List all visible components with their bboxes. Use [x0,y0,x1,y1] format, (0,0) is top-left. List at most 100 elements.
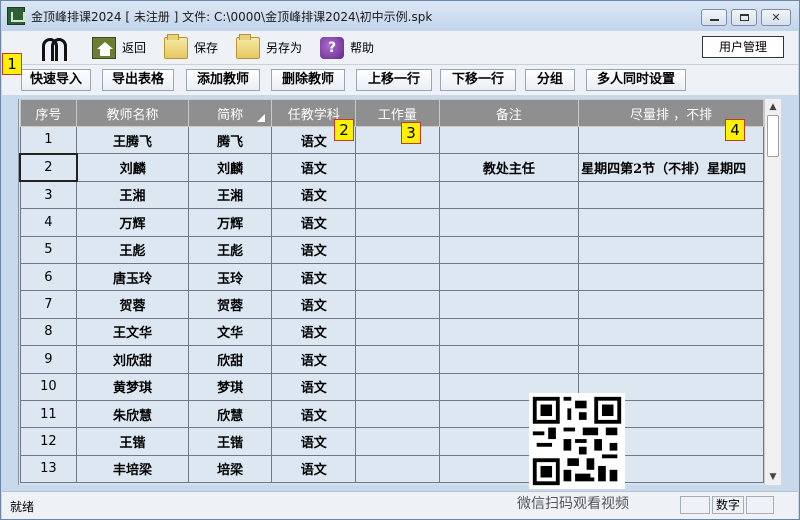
cell-teacher-name[interactable]: 王锴 [76,427,189,456]
cell-workload[interactable] [355,235,440,264]
cell-teacher-name[interactable]: 朱欣慧 [76,399,189,429]
cell-index[interactable]: 12 [19,427,78,456]
cell-teacher-name[interactable]: 贺蓉 [76,290,189,319]
menu-help[interactable]: ? 帮助 [320,36,374,59]
cell-preference[interactable]: 星期四第2节（不排）星期四 [578,153,764,182]
delete-teacher-button[interactable]: 删除教师 [271,69,345,91]
col-header-short-name[interactable]: 简称 [187,99,273,127]
cell-workload[interactable] [355,454,440,484]
cell-teacher-name[interactable]: 万辉 [76,208,189,237]
cell-index[interactable]: 11 [19,399,78,429]
cell-index[interactable]: 9 [19,345,78,374]
cell-subject[interactable]: 语文 [271,317,357,347]
group-button[interactable]: 分组 [525,69,575,91]
cell-teacher-name[interactable]: 丰培梁 [76,454,189,484]
cell-preference[interactable] [578,262,764,292]
table-row[interactable]: 4 万辉 万辉 语文 [19,208,764,237]
cell-short-name[interactable]: 玉玲 [187,262,273,292]
cell-workload[interactable] [355,317,440,347]
export-table-button[interactable]: 导出表格 [102,69,174,91]
cell-workload[interactable] [355,262,440,292]
table-row[interactable]: 9 刘欣甜 欣甜 语文 [19,345,764,374]
user-management-button[interactable]: 用户管理 [702,36,784,58]
table-row[interactable]: 6 唐玉玲 玉玲 语文 [19,262,764,292]
cell-workload[interactable] [355,180,440,210]
cell-index[interactable]: 6 [19,262,78,292]
table-row[interactable]: 12 王锴 王锴 语文 [19,427,764,456]
cell-short-name[interactable]: 万辉 [187,208,273,237]
menu-back[interactable]: 返回 [92,36,146,59]
cell-index[interactable]: 8 [19,317,78,347]
move-down-button[interactable]: 下移一行 [440,69,516,91]
cell-preference[interactable] [578,235,764,264]
cell-index[interactable]: 13 [19,454,78,484]
cell-subject[interactable]: 语文 [271,180,357,210]
table-row[interactable]: 8 王文华 文华 语文 [19,317,764,347]
cell-teacher-name[interactable]: 刘欣甜 [76,345,189,374]
cell-short-name[interactable]: 欣慧 [187,399,273,429]
menu-save-as[interactable]: 另存为 [236,33,302,59]
cell-remark[interactable] [438,262,580,292]
cell-remark[interactable] [438,208,580,237]
vertical-scrollbar[interactable]: ▲ ▼ [764,99,781,485]
cell-index[interactable]: 2 [19,152,78,183]
cell-short-name[interactable]: 文华 [187,317,273,347]
cell-remark[interactable] [438,180,580,210]
cell-subject[interactable]: 语文 [271,399,357,429]
cell-workload[interactable] [355,208,440,237]
multi-set-button[interactable]: 多人同时设置 [586,69,686,91]
cell-workload[interactable] [355,345,440,374]
maximize-button[interactable] [731,9,757,26]
cell-subject[interactable]: 语文 [271,153,357,182]
cell-subject[interactable]: 语文 [271,427,357,456]
cell-preference[interactable] [578,180,764,210]
cell-short-name[interactable]: 欣甜 [187,345,273,374]
cell-teacher-name[interactable]: 王彪 [76,235,189,264]
close-button[interactable]: ✕ [761,9,791,26]
cell-teacher-name[interactable]: 王湘 [76,180,189,210]
cell-index[interactable]: 7 [19,290,78,319]
cell-index[interactable]: 3 [19,180,78,210]
scroll-down-icon[interactable]: ▼ [765,469,781,485]
cell-subject[interactable]: 语文 [271,290,357,319]
table-row[interactable]: 5 王彪 王彪 语文 [19,235,764,264]
add-teacher-button[interactable]: 添加教师 [186,69,260,91]
cell-preference[interactable] [578,208,764,237]
cell-remark[interactable] [438,345,580,374]
cell-short-name[interactable]: 培梁 [187,454,273,484]
cell-short-name[interactable]: 王彪 [187,235,273,264]
cell-preference[interactable] [578,345,764,374]
cell-short-name[interactable]: 刘麟 [187,153,273,182]
cell-short-name[interactable]: 王湘 [187,180,273,210]
cell-preference[interactable] [578,317,764,347]
cell-teacher-name[interactable]: 王文华 [76,317,189,347]
cell-subject[interactable]: 语文 [271,345,357,374]
quick-import-button[interactable]: 快速导入 [21,69,91,91]
cell-workload[interactable] [355,399,440,429]
cell-index[interactable]: 5 [19,235,78,264]
cell-remark[interactable]: 教处主任 [438,153,580,182]
table-row[interactable]: 1 王腾飞 腾飞 语文 [19,125,764,155]
cell-workload[interactable] [355,427,440,456]
cell-teacher-name[interactable]: 王腾飞 [76,125,189,155]
cell-remark[interactable] [438,125,580,155]
cell-remark[interactable] [438,317,580,347]
title-bar[interactable]: 金顶峰排课2024 [ 未注册 ] 文件: C:\0000\金顶峰排课2024\… [1,1,799,31]
col-header-remark[interactable]: 备注 [438,99,580,127]
table-row[interactable]: 10 黄梦琪 梦琪 语文 [19,372,764,401]
cell-index[interactable]: 10 [19,372,78,401]
cell-workload[interactable] [355,153,440,182]
table-row[interactable]: 11 朱欣慧 欣慧 语文 [19,399,764,429]
cell-subject[interactable]: 语文 [271,262,357,292]
cell-teacher-name[interactable]: 唐玉玲 [76,262,189,292]
cell-subject[interactable]: 语文 [271,454,357,484]
scroll-up-icon[interactable]: ▲ [765,99,781,115]
cell-index[interactable]: 1 [19,125,78,155]
cell-remark[interactable] [438,290,580,319]
col-header-workload[interactable]: 工作量 [355,99,440,127]
cell-subject[interactable]: 语文 [271,208,357,237]
col-header-teacher-name[interactable]: 教师名称 [76,99,189,127]
table-row[interactable]: 2 刘麟 刘麟 语文 教处主任 星期四第2节（不排）星期四 [19,152,764,183]
cell-workload[interactable] [355,125,440,155]
scroll-thumb[interactable] [767,115,779,157]
